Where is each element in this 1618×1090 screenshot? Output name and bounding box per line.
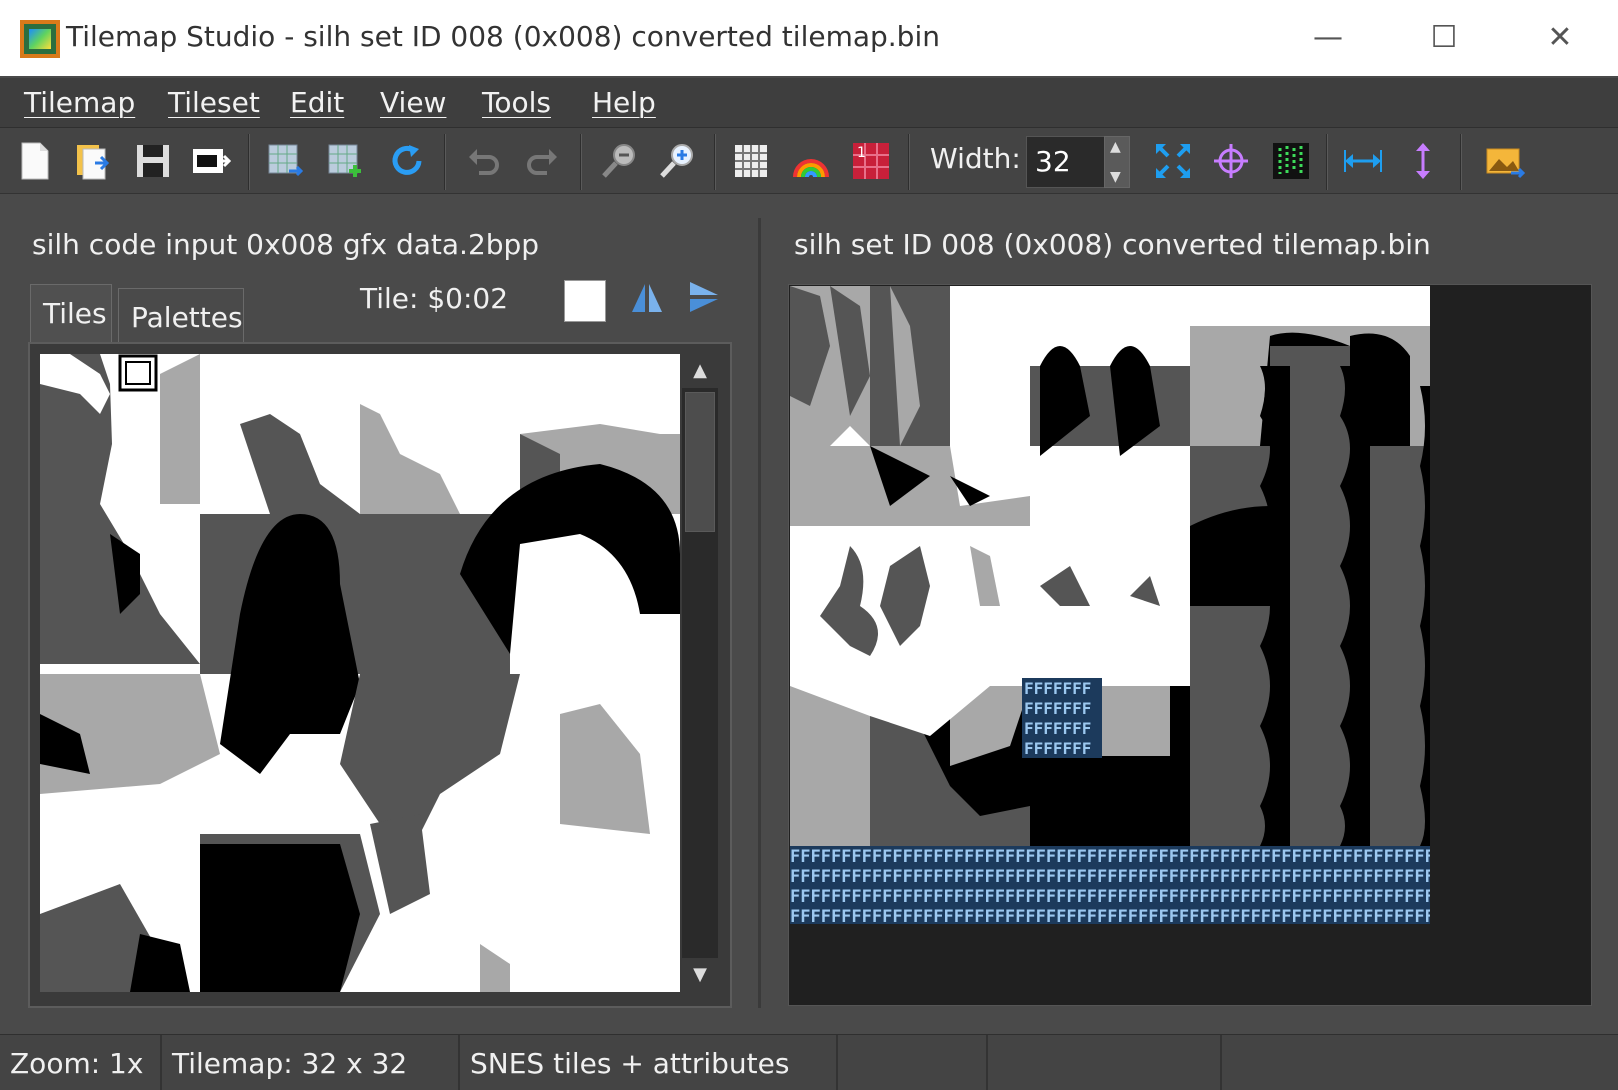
menu-tileset[interactable]: Tileset (168, 86, 260, 119)
move-icon[interactable] (1208, 138, 1254, 184)
scroll-thumb[interactable] (685, 392, 715, 532)
app-icon (20, 20, 60, 58)
panel-divider[interactable] (758, 218, 761, 1008)
status-format: SNES tiles + attributes (460, 1035, 838, 1090)
menu-tools[interactable]: Tools (482, 86, 551, 119)
tileset-canvas[interactable] (40, 354, 680, 992)
menu-tilemap[interactable]: Tilemap (24, 86, 135, 119)
reload-icon[interactable] (384, 138, 430, 184)
scroll-up-button[interactable]: ▲ (682, 354, 718, 388)
undo-icon[interactable] (460, 138, 506, 184)
load-tileset-icon[interactable] (262, 138, 308, 184)
priority-icon[interactable]: 1 (848, 138, 894, 184)
image-export-icon[interactable] (1482, 138, 1528, 184)
tile-id-label: Tile: $0:02 (360, 282, 509, 315)
scroll-down-button[interactable]: ▼ (682, 958, 718, 992)
open-file-icon[interactable] (70, 138, 116, 184)
flip-vertical-icon[interactable] (686, 280, 720, 316)
grid-icon[interactable] (728, 138, 774, 184)
toolbar: 1 Width: 32 (0, 128, 1618, 194)
svg-text:FFFFFFFFFFFFFFFFFFFFFFFFFFFFFF: FFFFFFFFFFFFFFFFFFFFFFFFFFFFFFFFFFFFFFFF… (790, 907, 1430, 924)
menu-edit[interactable]: Edit (290, 86, 344, 119)
menu-bar: Tilemap Tileset Edit View Tools Help (0, 78, 1618, 128)
maximize-button[interactable]: ☐ (1404, 14, 1484, 62)
zoom-in-icon[interactable] (654, 138, 700, 184)
close-button[interactable]: ✕ (1520, 14, 1600, 62)
redo-icon[interactable] (520, 138, 566, 184)
height-arrow-icon[interactable] (1400, 138, 1446, 184)
svg-text:FFFFFFF: FFFFFFF (1024, 699, 1091, 718)
status-cell-5 (988, 1035, 1222, 1090)
export-icon[interactable] (188, 138, 234, 184)
minimize-button[interactable]: — (1288, 14, 1368, 62)
width-label: Width: (930, 142, 1021, 175)
tilemap-canvas[interactable]: FFFFFFF FFFFFFF FFFFFFF FFFFFFF FFFFFFFF… (790, 286, 1430, 924)
tileset-scrollbar[interactable]: ▲ ▼ (682, 354, 718, 992)
svg-text:FFFFFFF: FFFFFFF (1024, 739, 1091, 758)
resize-icon[interactable] (1150, 138, 1196, 184)
svg-text:1: 1 (857, 145, 866, 161)
svg-text:FFFFFFFFFFFFFFFFFFFFFFFFFFFFFF: FFFFFFFFFFFFFFFFFFFFFFFFFFFFFFFFFFFFFFFF… (790, 867, 1430, 887)
tileset-title: silh code input 0x008 gfx data.2bpp (32, 228, 540, 261)
zoom-out-icon[interactable] (596, 138, 642, 184)
tile-preview-swatch (564, 280, 606, 322)
status-bar: Zoom: 1x Tilemap: 32 x 32 SNES tiles + a… (0, 1034, 1618, 1090)
width-arrow-icon[interactable] (1340, 138, 1386, 184)
menu-view[interactable]: View (380, 86, 446, 119)
flip-horizontal-icon[interactable] (630, 280, 664, 316)
svg-text:FFFFFFFFFFFFFFFFFFFFFFFFFFFFFF: FFFFFFFFFFFFFFFFFFFFFFFFFFFFFFFFFFFFFFFF… (790, 847, 1430, 867)
image-to-tiles-icon[interactable] (1268, 138, 1314, 184)
window-title: Tilemap Studio - silh set ID 008 (0x008)… (66, 20, 940, 53)
svg-text:FFFFFFFFFFFFFFFFFFFFFFFFFFFFFF: FFFFFFFFFFFFFFFFFFFFFFFFFFFFFFFFFFFFFFFF… (790, 887, 1430, 907)
width-input[interactable]: 32 (1026, 136, 1106, 188)
status-zoom: Zoom: 1x (0, 1035, 162, 1090)
menu-help[interactable]: Help (592, 86, 656, 119)
status-cell-4 (838, 1035, 988, 1090)
palette-rainbow-icon[interactable] (788, 138, 834, 184)
tab-palettes[interactable]: Palettes (118, 288, 244, 342)
save-icon[interactable] (130, 138, 176, 184)
tab-tiles[interactable]: Tiles (30, 284, 112, 344)
add-tileset-icon[interactable] (322, 138, 368, 184)
tilemap-title: silh set ID 008 (0x008) converted tilema… (794, 228, 1431, 261)
width-stepper[interactable] (1104, 136, 1130, 188)
svg-text:FFFFFFF: FFFFFFF (1024, 679, 1091, 698)
svg-text:FFFFFFF: FFFFFFF (1024, 719, 1091, 738)
new-file-icon[interactable] (12, 138, 58, 184)
status-cell-6 (1222, 1035, 1618, 1090)
title-bar: Tilemap Studio - silh set ID 008 (0x008)… (0, 0, 1618, 76)
status-tilemap-size: Tilemap: 32 x 32 (162, 1035, 460, 1090)
